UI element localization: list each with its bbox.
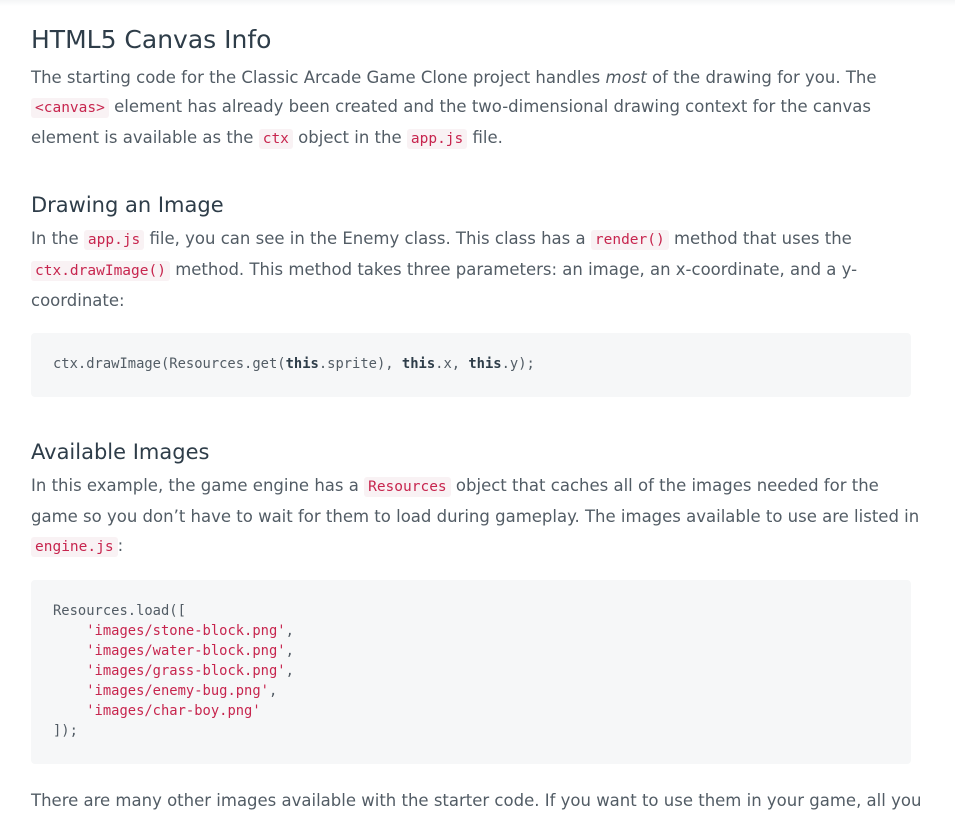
code-text: ctx.drawImage(Resources.get( — [53, 356, 286, 372]
available-text: object that caches all of the images nee… — [450, 476, 879, 495]
drawing-paragraph: In the app.js file, you can see in the E… — [31, 224, 911, 315]
drawing-text: method. This method takes three paramete… — [169, 260, 858, 279]
intro-paragraph: The starting code for the Classic Arcade… — [31, 63, 911, 154]
inline-code-appjs: app.js — [406, 129, 468, 149]
intro-text: element has already been created and the… — [108, 97, 871, 116]
code-string: 'images/enemy-bug.png' — [86, 683, 269, 699]
drawing-line-2: ctx.drawImage() method. This method take… — [31, 255, 911, 286]
closing-paragraph: There are many other images available wi… — [31, 786, 922, 815]
code-line: 'images/char-boy.png' — [53, 701, 889, 721]
drawing-text: method that uses the — [668, 229, 852, 248]
code-punct: , — [268, 683, 278, 699]
inline-code-enginejs: engine.js — [31, 537, 118, 557]
drawing-text: file, you can see in the Enemy class. Th… — [144, 229, 591, 248]
code-string: 'images/char-boy.png' — [86, 703, 261, 719]
code-line: 'images/water-block.png', — [53, 641, 889, 661]
closing-line-1: There are many other images available wi… — [31, 791, 922, 810]
code-line: 'images/stone-block.png', — [53, 621, 889, 641]
code-text: ]); — [53, 723, 78, 739]
intro-text: element is available as the — [31, 128, 259, 147]
code-text: .x, — [435, 356, 469, 372]
code-text: Resources.load([ — [53, 603, 186, 619]
inline-code-canvas: <canvas> — [31, 98, 109, 118]
intro-emphasis: most — [605, 68, 647, 87]
code-block-resources-load: Resources.load([ 'images/stone-block.png… — [31, 580, 911, 764]
intro-text: object in the — [292, 128, 407, 147]
page-title: HTML5 Canvas Info — [31, 25, 272, 54]
code-string: 'images/water-block.png' — [86, 643, 286, 659]
intro-line-1: The starting code for the Classic Arcade… — [31, 63, 911, 92]
code-punct: , — [285, 623, 294, 639]
code-line: 'images/grass-block.png', — [53, 661, 889, 681]
code-text: .sprite), — [318, 356, 402, 372]
intro-text: file. — [467, 128, 503, 147]
code-string: 'images/stone-block.png' — [86, 623, 286, 639]
inline-code-resources: Resources — [364, 477, 451, 497]
code-line: Resources.load([ — [53, 601, 889, 621]
inline-code-drawimage: ctx.drawImage() — [31, 261, 170, 281]
code-keyword: this — [285, 356, 319, 372]
top-shadow — [0, 0, 955, 6]
code-keyword: this — [468, 356, 502, 372]
heading-available-images: Available Images — [31, 440, 210, 464]
available-text: In this example, the game engine has a — [31, 476, 365, 495]
code-punct: , — [285, 643, 294, 659]
code-line: ]); — [53, 721, 889, 741]
drawing-line-3: coordinate: — [31, 291, 125, 310]
available-line-2: game so you don’t have to wait for them … — [31, 507, 920, 526]
inline-code-render: render() — [590, 230, 669, 250]
intro-line-3: element is available as the ctx object i… — [31, 123, 911, 154]
code-string: 'images/grass-block.png' — [86, 663, 286, 679]
available-line-3: engine.js: — [31, 531, 911, 562]
available-line-1: In this example, the game engine has a R… — [31, 471, 911, 502]
code-keyword: this — [401, 356, 436, 372]
intro-text: of the drawing for you. The — [646, 68, 877, 87]
heading-drawing-an-image: Drawing an Image — [31, 193, 224, 217]
available-text: : — [117, 536, 124, 555]
intro-text: The starting code for the Classic Arcade… — [31, 68, 606, 87]
code-line: ctx.drawImage(Resources.get(this.sprite)… — [53, 354, 889, 374]
code-line: 'images/enemy-bug.png', — [53, 681, 889, 701]
drawing-text: In the — [31, 229, 84, 248]
available-paragraph: In this example, the game engine has a R… — [31, 471, 920, 562]
inline-code-ctx: ctx — [258, 129, 293, 149]
code-block-drawimage: ctx.drawImage(Resources.get(this.sprite)… — [31, 333, 911, 397]
code-punct: , — [285, 663, 294, 679]
inline-code-appjs: app.js — [83, 230, 145, 250]
intro-line-2: <canvas> element has already been create… — [31, 92, 911, 123]
drawing-line-1: In the app.js file, you can see in the E… — [31, 224, 911, 255]
code-text: .y); — [501, 356, 535, 372]
